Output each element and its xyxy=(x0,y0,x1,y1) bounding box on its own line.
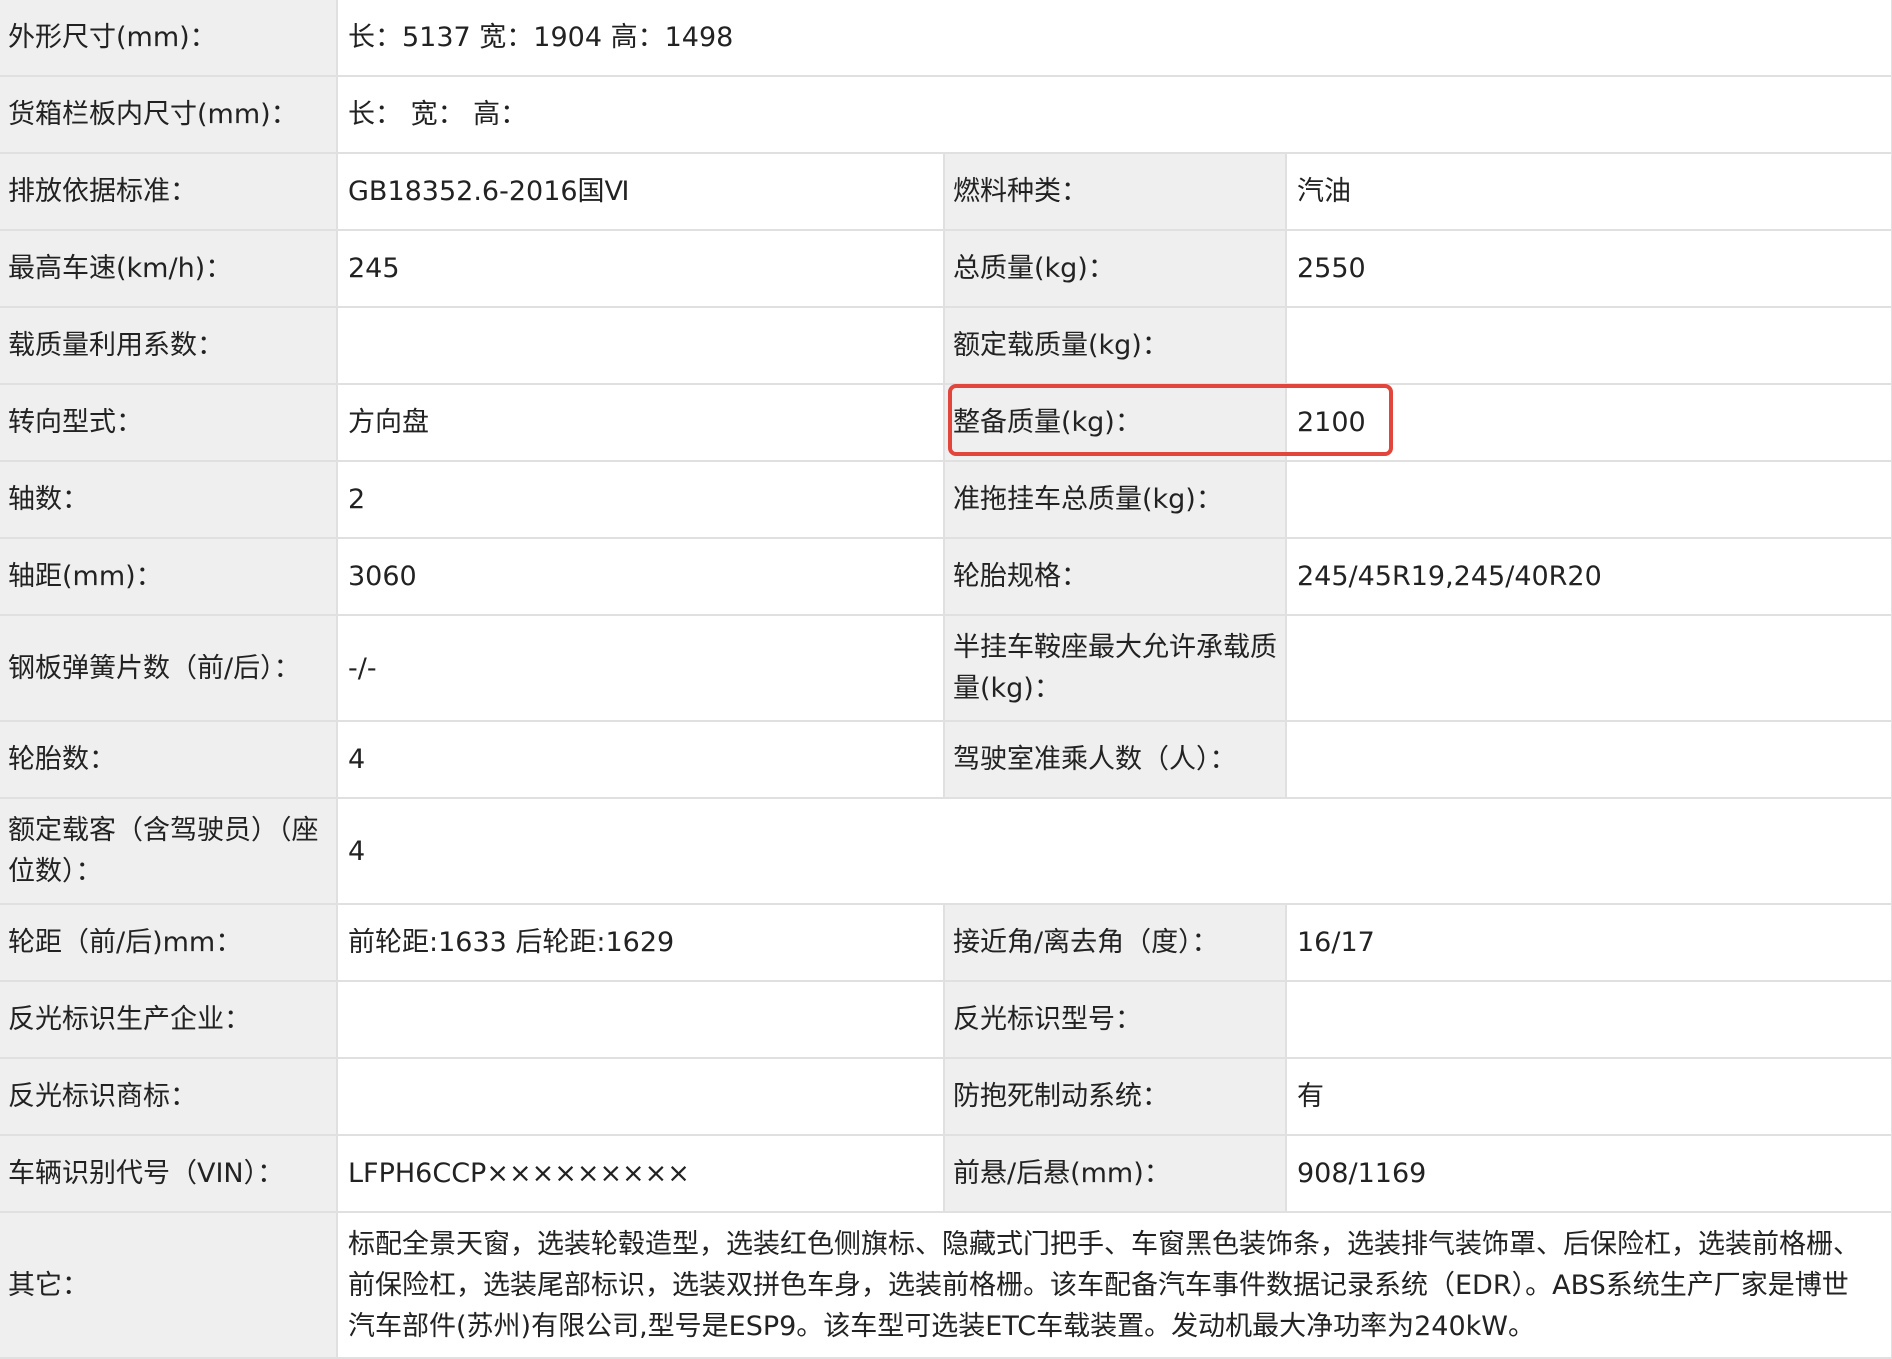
approach-angle-label: 接近角/离去角（度）： xyxy=(944,904,1287,982)
tires-value: 4 xyxy=(337,721,945,799)
steering-label: 转向型式： xyxy=(0,384,338,462)
cab-seats-value xyxy=(1286,721,1892,799)
rated-load-label: 额定载质量(kg)： xyxy=(944,307,1287,385)
row-tires: 轮胎数： 4 驾驶室准乘人数（人）： xyxy=(0,721,1892,799)
max-speed-label: 最高车速(km/h)： xyxy=(0,230,338,308)
curb-weight-label: 整备质量(kg)： xyxy=(944,384,1287,462)
total-mass-value: 2550 xyxy=(1286,230,1892,308)
vin-label: 车辆识别代号（VIN）： xyxy=(0,1135,338,1213)
reflector-maker-value xyxy=(337,981,945,1059)
tires-label: 轮胎数： xyxy=(0,721,338,799)
abs-label: 防抱死制动系统： xyxy=(944,1058,1287,1136)
max-speed-value: 245 xyxy=(337,230,945,308)
tire-spec-value: 245/45R19,245/40R20 xyxy=(1286,538,1892,616)
wheelbase-label: 轴距(mm)： xyxy=(0,538,338,616)
vin-value: LFPH6CCP××××××××× xyxy=(337,1135,945,1213)
row-reflector-maker: 反光标识生产企业： 反光标识型号： xyxy=(0,981,1892,1059)
other-value: 标配全景天窗，选装轮毂造型，选装红色侧旗标、隐藏式门把手、车窗黑色装饰条，选装排… xyxy=(337,1212,1892,1359)
row-cargo-box: 货箱栏板内尺寸(mm)： 长： 宽： 高： xyxy=(0,76,1892,154)
row-reflector-brand: 反光标识商标： 防抱死制动系统： 有 xyxy=(0,1058,1892,1136)
passengers-value: 4 xyxy=(337,798,1892,905)
row-wheelbase: 轴距(mm)： 3060 轮胎规格： 245/45R19,245/40R20 xyxy=(0,538,1892,616)
dimensions-value: 长：5137 宽：1904 高：1498 xyxy=(337,0,1892,77)
wheelbase-value: 3060 xyxy=(337,538,945,616)
row-springs: 钢板弹簧片数（前/后）： -/- 半挂车鞍座最大允许承载质量(kg)： xyxy=(0,615,1892,722)
reflector-model-value xyxy=(1286,981,1892,1059)
springs-label: 钢板弹簧片数（前/后）： xyxy=(0,615,338,722)
cab-seats-label: 驾驶室准乘人数（人）： xyxy=(944,721,1287,799)
load-factor-value xyxy=(337,307,945,385)
row-emission: 排放依据标准： GB18352.6-2016国Ⅵ 燃料种类： 汽油 xyxy=(0,153,1892,231)
reflector-model-label: 反光标识型号： xyxy=(944,981,1287,1059)
load-factor-label: 载质量利用系数： xyxy=(0,307,338,385)
steering-value: 方向盘 xyxy=(337,384,945,462)
axles-value: 2 xyxy=(337,461,945,539)
track-value: 前轮距:1633 后轮距:1629 xyxy=(337,904,945,982)
passengers-label: 额定载客（含驾驶员）（座位数）： xyxy=(0,798,338,905)
emission-label: 排放依据标准： xyxy=(0,153,338,231)
overhang-value: 908/1169 xyxy=(1286,1135,1892,1213)
cargo-box-label: 货箱栏板内尺寸(mm)： xyxy=(0,76,338,154)
axles-label: 轴数： xyxy=(0,461,338,539)
dimensions-label: 外形尺寸(mm)： xyxy=(0,0,338,77)
other-label: 其它： xyxy=(0,1212,338,1359)
row-axles: 轴数： 2 准拖挂车总质量(kg)： xyxy=(0,461,1892,539)
trailer-mass-value xyxy=(1286,461,1892,539)
track-label: 轮距（前/后)mm： xyxy=(0,904,338,982)
row-track: 轮距（前/后)mm： 前轮距:1633 后轮距:1629 接近角/离去角（度）：… xyxy=(0,904,1892,982)
reflector-maker-label: 反光标识生产企业： xyxy=(0,981,338,1059)
fuel-type-value: 汽油 xyxy=(1286,153,1892,231)
fuel-type-label: 燃料种类： xyxy=(944,153,1287,231)
tire-spec-label: 轮胎规格： xyxy=(944,538,1287,616)
saddle-load-label: 半挂车鞍座最大允许承载质量(kg)： xyxy=(944,615,1287,722)
rated-load-value xyxy=(1286,307,1892,385)
row-dimensions: 外形尺寸(mm)： 长：5137 宽：1904 高：1498 xyxy=(0,0,1892,77)
springs-value: -/- xyxy=(337,615,945,722)
trailer-mass-label: 准拖挂车总质量(kg)： xyxy=(944,461,1287,539)
row-passengers: 额定载客（含驾驶员）（座位数）： 4 xyxy=(0,798,1892,905)
reflector-brand-value xyxy=(337,1058,945,1136)
total-mass-label: 总质量(kg)： xyxy=(944,230,1287,308)
abs-value: 有 xyxy=(1286,1058,1892,1136)
saddle-load-value xyxy=(1286,615,1892,722)
row-max-speed: 最高车速(km/h)： 245 总质量(kg)： 2550 xyxy=(0,230,1892,308)
row-vin: 车辆识别代号（VIN）： LFPH6CCP××××××××× 前悬/后悬(mm)… xyxy=(0,1135,1892,1213)
row-other: 其它： 标配全景天窗，选装轮毂造型，选装红色侧旗标、隐藏式门把手、车窗黑色装饰条… xyxy=(0,1212,1892,1359)
emission-value: GB18352.6-2016国Ⅵ xyxy=(337,153,945,231)
row-steering: 转向型式： 方向盘 整备质量(kg)： 2100 xyxy=(0,384,1892,462)
curb-weight-value: 2100 xyxy=(1286,384,1892,462)
reflector-brand-label: 反光标识商标： xyxy=(0,1058,338,1136)
row-load-factor: 载质量利用系数： 额定载质量(kg)： xyxy=(0,307,1892,385)
approach-angle-value: 16/17 xyxy=(1286,904,1892,982)
vehicle-spec-table: 外形尺寸(mm)： 长：5137 宽：1904 高：1498 货箱栏板内尺寸(m… xyxy=(0,0,1892,1359)
cargo-box-value: 长： 宽： 高： xyxy=(337,76,1892,154)
overhang-label: 前悬/后悬(mm)： xyxy=(944,1135,1287,1213)
